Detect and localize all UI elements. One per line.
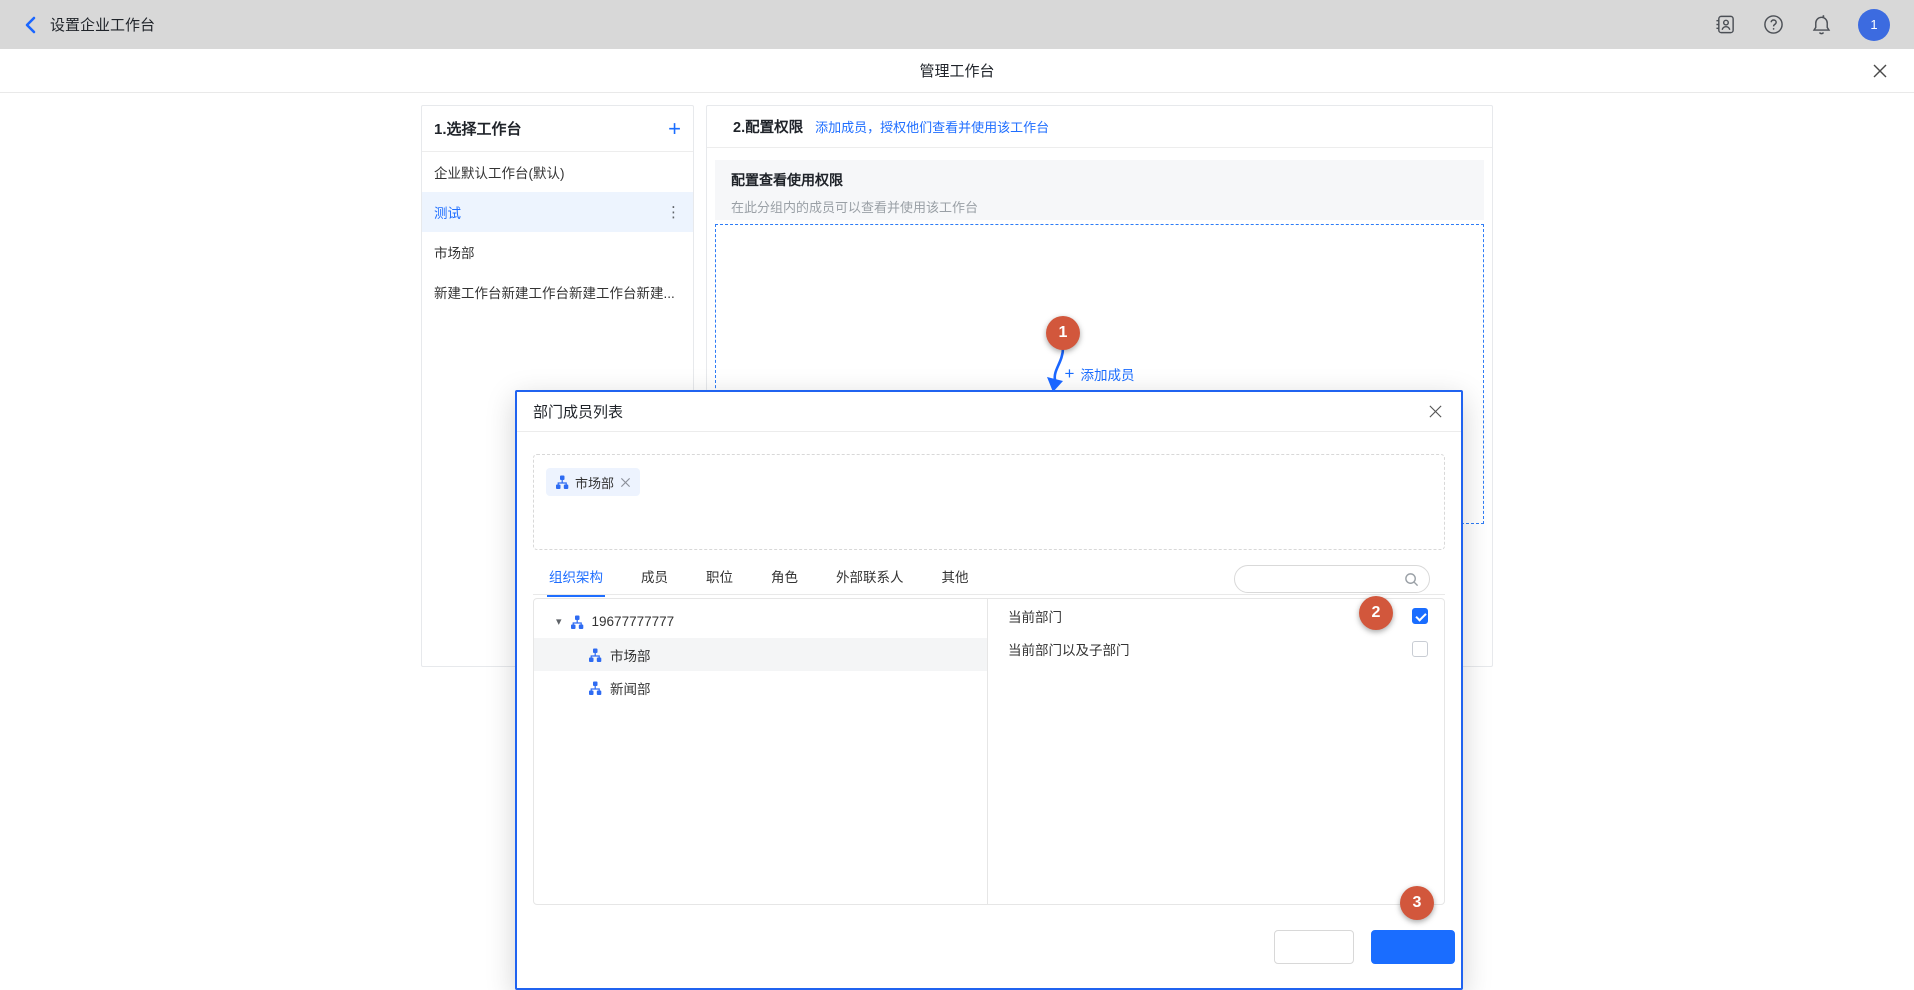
org-tree: ▾ 19677777777 市场部 xyxy=(534,599,988,904)
modal-title: 部门成员列表 xyxy=(533,401,623,422)
annotation-step-2: 2 xyxy=(1359,596,1393,630)
tab-external-contacts[interactable]: 外部联系人 xyxy=(834,562,906,595)
selected-tag: 市场部 xyxy=(546,468,640,496)
department-icon xyxy=(588,648,602,662)
tree-node-news-dept[interactable]: 新闻部 xyxy=(534,671,987,704)
tab-org-structure[interactable]: 组织架构 xyxy=(547,562,605,597)
annotation-step-1: 1 xyxy=(1046,316,1080,350)
tab-others[interactable]: 其他 xyxy=(940,562,971,595)
workspace-item-default[interactable]: 企业默认工作台(默认) xyxy=(422,152,693,192)
tab-members[interactable]: 成员 xyxy=(639,562,670,595)
workspace-item-market[interactable]: 市场部 xyxy=(422,232,693,272)
selected-tag-label: 市场部 xyxy=(575,473,614,492)
page-close-icon[interactable] xyxy=(1870,61,1890,81)
selected-members-box: 市场部 xyxy=(533,454,1445,550)
permission-section: 配置查看使用权限 在此分组内的成员可以查看并使用该工作台 xyxy=(715,160,1484,220)
topbar-actions: 1 xyxy=(1714,9,1890,41)
workspace-list-title: 1.选择工作台 xyxy=(434,118,522,139)
help-icon[interactable] xyxy=(1762,14,1784,36)
notification-bell-icon[interactable] xyxy=(1810,14,1832,36)
permission-step-title: 2.配置权限 xyxy=(733,116,803,137)
tree-node-label: 19677777777 xyxy=(592,614,675,629)
search-box xyxy=(1234,565,1430,593)
tab-positions[interactable]: 职位 xyxy=(704,562,735,595)
back-button[interactable] xyxy=(24,16,36,34)
department-member-modal: 部门成员列表 市场部 组织架构 成员 职位 角色 xyxy=(515,390,1463,990)
tag-remove-icon[interactable] xyxy=(620,477,631,488)
option-label: 当前部门 xyxy=(1008,606,1062,626)
checkbox-current-department[interactable] xyxy=(1412,608,1428,624)
department-icon xyxy=(570,615,584,629)
modal-content: ▾ 19677777777 市场部 xyxy=(533,598,1445,905)
workspace-more-icon[interactable]: ⋮ xyxy=(666,203,681,221)
caret-down-icon[interactable]: ▾ xyxy=(556,615,562,628)
tree-node-market-dept[interactable]: 市场部 xyxy=(534,638,987,671)
tree-node-label: 市场部 xyxy=(610,645,651,665)
option-label: 当前部门以及子部门 xyxy=(1008,639,1130,659)
workspace-item-test[interactable]: 测试 ⋮ xyxy=(422,192,693,232)
scope-options: 当前部门 当前部门以及子部门 xyxy=(988,599,1444,904)
contacts-icon[interactable] xyxy=(1714,14,1736,36)
tree-node-label: 新闻部 xyxy=(610,678,651,698)
topbar: 设置企业工作台 1 xyxy=(0,0,1914,49)
modal-header: 部门成员列表 xyxy=(517,392,1461,432)
annotation-arrow-icon xyxy=(1040,344,1080,396)
permission-header: 2.配置权限 添加成员，授权他们查看并使用该工作台 xyxy=(707,106,1492,148)
permission-section-title: 配置查看使用权限 xyxy=(731,170,1468,190)
page-title: 管理工作台 xyxy=(919,60,994,81)
search-icon xyxy=(1404,572,1419,587)
option-current-and-sub-departments: 当前部门以及子部门 xyxy=(988,632,1444,665)
annotation-step-3: 3 xyxy=(1400,886,1434,920)
add-member-label: 添加成员 xyxy=(1080,364,1134,384)
page-header: 管理工作台 xyxy=(0,49,1914,93)
cancel-button[interactable] xyxy=(1274,930,1354,964)
modal-close-icon[interactable] xyxy=(1425,402,1445,422)
permission-section-desc: 在此分组内的成员可以查看并使用该工作台 xyxy=(731,197,1468,216)
search-input[interactable] xyxy=(1235,572,1404,587)
avatar[interactable]: 1 xyxy=(1858,9,1890,41)
department-icon xyxy=(588,681,602,695)
tree-node-company[interactable]: ▾ 19677777777 xyxy=(534,605,987,638)
department-icon xyxy=(555,475,569,489)
topbar-title: 设置企业工作台 xyxy=(50,14,155,35)
tab-roles[interactable]: 角色 xyxy=(769,562,800,595)
back-chevron-icon xyxy=(24,16,36,34)
workspace-list-header: 1.选择工作台 + xyxy=(422,106,693,152)
checkbox-current-and-sub-departments[interactable] xyxy=(1412,641,1428,657)
add-workspace-button[interactable]: + xyxy=(668,119,681,139)
workspace-item-new[interactable]: 新建工作台新建工作台新建工作台新建... xyxy=(422,272,693,312)
confirm-button[interactable] xyxy=(1371,930,1455,964)
permission-step-subtitle: 添加成员，授权他们查看并使用该工作台 xyxy=(815,117,1049,136)
